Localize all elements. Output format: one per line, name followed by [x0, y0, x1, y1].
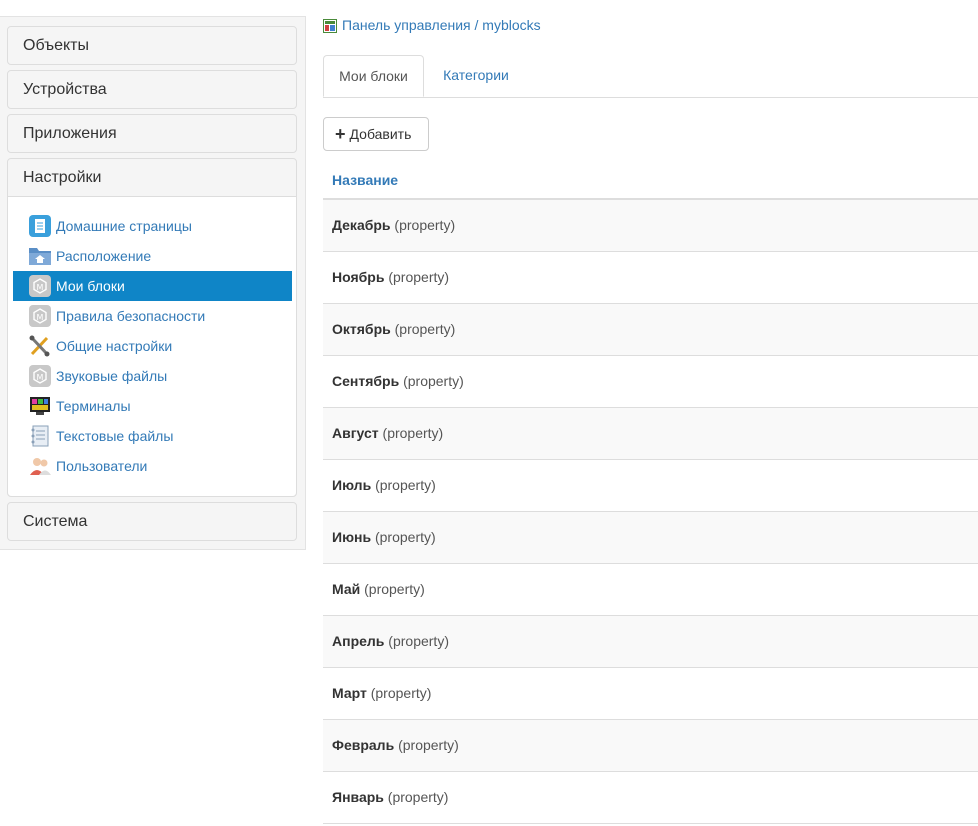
row-name[interactable]: Январь: [332, 789, 384, 805]
text-files-icon: [31, 425, 49, 447]
row-name[interactable]: Март: [332, 685, 367, 701]
table-row[interactable]: Октябрь (property): [323, 304, 978, 356]
tab-my-blocks[interactable]: Мои блоки: [323, 55, 424, 97]
table-row[interactable]: Апрель (property): [323, 616, 978, 668]
plus-icon: +: [335, 124, 346, 144]
column-header-name[interactable]: Название: [323, 162, 978, 200]
row-type: (property): [375, 477, 436, 493]
table-row[interactable]: Февраль (property): [323, 720, 978, 772]
panel-apps-heading[interactable]: Приложения: [8, 115, 296, 152]
tab-bar: Мои блоки Категории: [323, 55, 978, 98]
blocks-table: Название Декабрь (property) Ноябрь (prop…: [323, 162, 978, 824]
add-button-label: Добавить: [349, 126, 412, 142]
breadcrumb[interactable]: Панель управления / myblocks: [323, 16, 541, 36]
svg-text:M: M: [37, 313, 44, 322]
row-type: (property): [370, 685, 432, 701]
row-name[interactable]: Май: [332, 581, 360, 597]
menu-item-label: Мои блоки: [56, 278, 125, 294]
table-row[interactable]: Март (property): [323, 668, 978, 720]
table-row[interactable]: Сентябрь (property): [323, 356, 978, 408]
menu-item-home-pages[interactable]: Домашние страницы: [13, 211, 292, 241]
row-name[interactable]: Октябрь: [332, 321, 391, 337]
row-name[interactable]: Ноябрь: [332, 269, 384, 285]
menu-item-sound-files[interactable]: M Звуковые файлы: [13, 361, 292, 391]
row-type: (property): [394, 217, 456, 233]
table-row[interactable]: Июнь (property): [323, 512, 978, 564]
security-rules-icon: M: [29, 305, 51, 327]
breadcrumb-text[interactable]: Панель управления / myblocks: [342, 17, 541, 33]
menu-item-location[interactable]: Расположение: [13, 241, 292, 271]
row-type: (property): [382, 425, 444, 441]
row-name[interactable]: Февраль: [332, 737, 394, 753]
row-type: (property): [394, 321, 456, 337]
row-name[interactable]: Июль: [332, 477, 371, 493]
menu-item-label: Терминалы: [56, 398, 131, 414]
menu-item-label: Расположение: [56, 248, 152, 264]
row-type: (property): [364, 581, 425, 597]
panel-apps[interactable]: Приложения: [7, 114, 297, 153]
row-type: (property): [403, 373, 464, 389]
menu-item-text-files[interactable]: Текстовые файлы: [13, 421, 292, 451]
table-row[interactable]: Август (property): [323, 408, 978, 460]
tab-categories[interactable]: Категории: [426, 55, 526, 96]
terminal-icon: [30, 397, 50, 415]
row-name[interactable]: Август: [332, 425, 379, 441]
panel-devices[interactable]: Устройства: [7, 70, 297, 109]
my-blocks-icon: M: [29, 275, 51, 297]
row-name[interactable]: Июнь: [332, 529, 371, 545]
add-button[interactable]: + Добавить: [323, 117, 429, 151]
menu-item-label: Домашние страницы: [56, 218, 192, 234]
menu-item-label: Звуковые файлы: [56, 368, 168, 384]
tools-icon: [29, 335, 50, 357]
panel-settings-heading[interactable]: Настройки: [8, 159, 296, 197]
row-type: (property): [388, 633, 449, 649]
menu-item-label: Общие настройки: [56, 338, 173, 354]
sidebar: Объекты Устройства Приложения Настройки …: [0, 16, 306, 550]
panel-system[interactable]: Система: [7, 502, 297, 541]
table-row[interactable]: Май (property): [323, 564, 978, 616]
menu-item-label: Правила безопасности: [56, 308, 206, 324]
breadcrumb-icon: [323, 19, 337, 33]
table-row[interactable]: Ноябрь (property): [323, 252, 978, 304]
row-type: (property): [387, 789, 449, 805]
row-type: (property): [374, 529, 436, 545]
row-type: (property): [388, 269, 450, 285]
table-row[interactable]: Декабрь (property): [323, 200, 978, 252]
menu-item-my-blocks[interactable]: M Мои блоки: [13, 271, 292, 301]
menu-item-security-rules[interactable]: M Правила безопасности: [13, 301, 292, 331]
users-icon: [30, 458, 51, 475]
sound-files-icon: M: [29, 365, 51, 387]
row-name[interactable]: Сентябрь: [332, 373, 399, 389]
table-body: Декабрь (property) Ноябрь (property) Окт…: [323, 200, 978, 824]
home-pages-icon: [29, 215, 51, 237]
panel-devices-heading[interactable]: Устройства: [8, 71, 296, 108]
location-folder-icon: [29, 248, 51, 265]
panel-objects-heading[interactable]: Объекты: [8, 27, 296, 64]
panel-objects[interactable]: Объекты: [7, 26, 297, 65]
table-row[interactable]: Январь (property): [323, 772, 978, 824]
svg-text:M: M: [37, 283, 44, 292]
row-name[interactable]: Декабрь: [332, 217, 391, 233]
menu-item-label: Текстовые файлы: [56, 428, 174, 444]
menu-item-label: Пользователи: [56, 458, 148, 474]
svg-text:M: M: [37, 373, 44, 382]
menu-item-terminals[interactable]: Терминалы: [13, 391, 292, 421]
panel-settings: Настройки Домашние страницы Расположение…: [7, 158, 297, 497]
menu-item-users[interactable]: Пользователи: [13, 451, 292, 481]
menu-item-general-settings[interactable]: Общие настройки: [13, 331, 292, 361]
settings-menu: Домашние страницы Расположение M Мои бло…: [8, 197, 296, 496]
panel-system-heading[interactable]: Система: [8, 503, 296, 540]
row-type: (property): [398, 737, 459, 753]
table-row[interactable]: Июль (property): [323, 460, 978, 512]
row-name[interactable]: Апрель: [332, 633, 384, 649]
